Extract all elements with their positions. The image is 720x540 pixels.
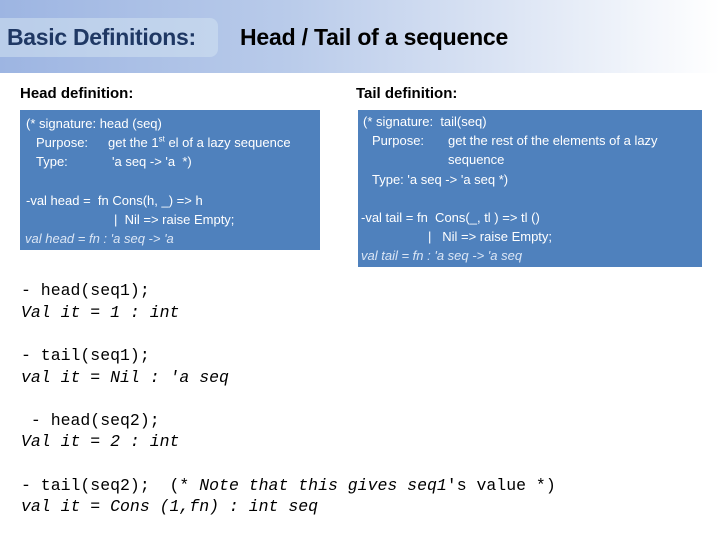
section-tag: Basic Definitions: <box>0 18 218 57</box>
head-definition-label: Head definition: <box>20 85 134 102</box>
slide-header: Basic Definitions: Head / Tail of a sequ… <box>0 0 720 73</box>
repl-output-2: val it = Nil : 'a seq <box>21 368 229 387</box>
head-result: val head = fn : 'a seq -> 'a <box>25 231 174 246</box>
tail-purpose-label: Purpose: <box>372 133 425 148</box>
head-purpose-label: Purpose: <box>36 135 89 150</box>
tail-code-line1: -val tail = fn Cons(_, tl ) => tl () <box>361 210 540 225</box>
slide-title: Head / Tail of a sequence <box>240 24 509 50</box>
tail-result: val tail = fn : 'a seq -> 'a seq <box>361 248 523 263</box>
section-label: Basic Definitions: <box>7 24 196 50</box>
repl-input-3: - head(seq2); <box>21 411 160 430</box>
tail-signature: (* signature: tail(seq) <box>363 114 487 129</box>
repl-input-4: - tail(seq2); (* Note that this gives se… <box>21 476 556 495</box>
head-definition-box: (* signature: head (seq) Purpose: get th… <box>20 110 320 250</box>
tail-definition-box: (* signature: tail(seq) Purpose: get the… <box>358 110 702 267</box>
tail-purpose-line1: get the rest of the elements of a lazy <box>448 133 658 148</box>
repl-input-1: - head(seq1); <box>21 281 150 300</box>
tail-type: Type: 'a seq -> 'a seq *) <box>372 172 509 187</box>
repl-input-2: - tail(seq1); <box>21 346 150 365</box>
head-code-line1: -val head = fn Cons(h, _) => h <box>26 193 203 208</box>
head-purpose: get the 1st el of a lazy sequence <box>108 134 291 150</box>
tail-code-line2: | Nil => raise Empty; <box>428 229 553 244</box>
head-code-line2: | Nil => raise Empty; <box>114 212 235 227</box>
head-type-label: Type: <box>36 154 68 169</box>
repl-output-4: val it = Cons (1,fn) : int seq <box>21 497 319 516</box>
tail-definition-label: Tail definition: <box>356 85 458 102</box>
tail-purpose-line2: sequence <box>448 152 505 167</box>
repl-output-1: Val it = 1 : int <box>21 303 180 322</box>
head-signature: (* signature: head (seq) <box>26 116 162 131</box>
repl-output-3: Val it = 2 : int <box>21 432 180 451</box>
head-type: 'a seq -> 'a *) <box>112 154 192 169</box>
